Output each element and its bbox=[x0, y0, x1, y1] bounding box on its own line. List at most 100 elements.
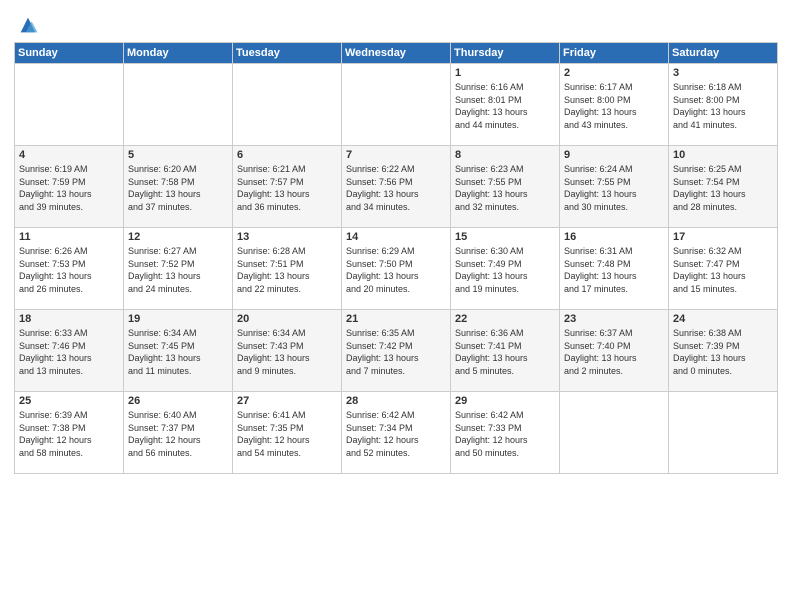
calendar-cell: 15 Sunrise: 6:30 AM Sunset: 7:49 PM Dayli… bbox=[451, 228, 560, 310]
day-info: Sunrise: 6:34 AM Sunset: 7:45 PM Dayligh… bbox=[128, 327, 228, 377]
day-number: 27 bbox=[237, 395, 337, 407]
day-number: 9 bbox=[564, 149, 664, 161]
day-info: Sunrise: 6:41 AM Sunset: 7:35 PM Dayligh… bbox=[237, 409, 337, 459]
day-info: Sunrise: 6:20 AM Sunset: 7:58 PM Dayligh… bbox=[128, 163, 228, 213]
day-info: Sunrise: 6:23 AM Sunset: 7:55 PM Dayligh… bbox=[455, 163, 555, 213]
day-info: Sunrise: 6:22 AM Sunset: 7:56 PM Dayligh… bbox=[346, 163, 446, 213]
calendar-cell bbox=[342, 64, 451, 146]
calendar-week-3: 18Sunrise: 6:33 AM Sunset: 7:46 PM Dayli… bbox=[15, 310, 778, 392]
day-number: 4 bbox=[19, 149, 119, 161]
calendar-cell: 27 Sunrise: 6:41 AM Sunset: 7:35 PM Dayli… bbox=[233, 392, 342, 474]
calendar-cell: 7 Sunrise: 6:22 AM Sunset: 7:56 PM Daylig… bbox=[342, 146, 451, 228]
calendar-cell bbox=[233, 64, 342, 146]
calendar-cell: 19 Sunrise: 6:34 AM Sunset: 7:45 PM Dayli… bbox=[124, 310, 233, 392]
day-number: 15 bbox=[455, 231, 555, 243]
day-number: 12 bbox=[128, 231, 228, 243]
day-number: 17 bbox=[673, 231, 773, 243]
day-number: 6 bbox=[237, 149, 337, 161]
day-number: 10 bbox=[673, 149, 773, 161]
day-number: 19 bbox=[128, 313, 228, 325]
day-number: 26 bbox=[128, 395, 228, 407]
day-info: Sunrise: 6:29 AM Sunset: 7:50 PM Dayligh… bbox=[346, 245, 446, 295]
day-number: 11 bbox=[19, 231, 119, 243]
calendar-cell: 21 Sunrise: 6:35 AM Sunset: 7:42 PM Dayli… bbox=[342, 310, 451, 392]
day-number: 5 bbox=[128, 149, 228, 161]
day-number: 16 bbox=[564, 231, 664, 243]
day-info: Sunrise: 6:19 AM Sunset: 7:59 PM Dayligh… bbox=[19, 163, 119, 213]
calendar-cell: 22 Sunrise: 6:36 AM Sunset: 7:41 PM Dayli… bbox=[451, 310, 560, 392]
calendar-cell: 3 Sunrise: 6:18 AM Sunset: 8:00 PM Daylig… bbox=[669, 64, 778, 146]
weekday-header-monday: Monday bbox=[124, 43, 233, 64]
day-number: 8 bbox=[455, 149, 555, 161]
day-info: Sunrise: 6:35 AM Sunset: 7:42 PM Dayligh… bbox=[346, 327, 446, 377]
day-number: 23 bbox=[564, 313, 664, 325]
calendar-cell: 16 Sunrise: 6:31 AM Sunset: 7:48 PM Dayli… bbox=[560, 228, 669, 310]
calendar-cell bbox=[669, 392, 778, 474]
calendar-cell: 5 Sunrise: 6:20 AM Sunset: 7:58 PM Daylig… bbox=[124, 146, 233, 228]
calendar-cell: 18Sunrise: 6:33 AM Sunset: 7:46 PM Dayli… bbox=[15, 310, 124, 392]
calendar-week-2: 11Sunrise: 6:26 AM Sunset: 7:53 PM Dayli… bbox=[15, 228, 778, 310]
calendar-week-0: 1 Sunrise: 6:16 AM Sunset: 8:01 PM Daylig… bbox=[15, 64, 778, 146]
calendar-cell: 13 Sunrise: 6:28 AM Sunset: 7:51 PM Dayli… bbox=[233, 228, 342, 310]
weekday-header-tuesday: Tuesday bbox=[233, 43, 342, 64]
weekday-header-sunday: Sunday bbox=[15, 43, 124, 64]
day-info: Sunrise: 6:34 AM Sunset: 7:43 PM Dayligh… bbox=[237, 327, 337, 377]
day-info: Sunrise: 6:31 AM Sunset: 7:48 PM Dayligh… bbox=[564, 245, 664, 295]
calendar-cell bbox=[124, 64, 233, 146]
calendar-cell: 1 Sunrise: 6:16 AM Sunset: 8:01 PM Daylig… bbox=[451, 64, 560, 146]
calendar-cell: 29 Sunrise: 6:42 AM Sunset: 7:33 PM Dayli… bbox=[451, 392, 560, 474]
day-number: 7 bbox=[346, 149, 446, 161]
day-info: Sunrise: 6:17 AM Sunset: 8:00 PM Dayligh… bbox=[564, 81, 664, 131]
logo bbox=[14, 14, 39, 36]
day-number: 2 bbox=[564, 67, 664, 79]
day-number: 13 bbox=[237, 231, 337, 243]
day-info: Sunrise: 6:36 AM Sunset: 7:41 PM Dayligh… bbox=[455, 327, 555, 377]
day-info: Sunrise: 6:27 AM Sunset: 7:52 PM Dayligh… bbox=[128, 245, 228, 295]
day-number: 21 bbox=[346, 313, 446, 325]
calendar-cell: 4 Sunrise: 6:19 AM Sunset: 7:59 PM Daylig… bbox=[15, 146, 124, 228]
day-number: 14 bbox=[346, 231, 446, 243]
day-info: Sunrise: 6:25 AM Sunset: 7:54 PM Dayligh… bbox=[673, 163, 773, 213]
weekday-header-wednesday: Wednesday bbox=[342, 43, 451, 64]
day-info: Sunrise: 6:40 AM Sunset: 7:37 PM Dayligh… bbox=[128, 409, 228, 459]
calendar-cell: 6Sunrise: 6:21 AM Sunset: 7:57 PM Daylig… bbox=[233, 146, 342, 228]
calendar-cell: 28 Sunrise: 6:42 AM Sunset: 7:34 PM Dayli… bbox=[342, 392, 451, 474]
day-info: Sunrise: 6:33 AM Sunset: 7:46 PM Dayligh… bbox=[19, 327, 119, 377]
day-info: Sunrise: 6:18 AM Sunset: 8:00 PM Dayligh… bbox=[673, 81, 773, 131]
calendar-cell: 25Sunrise: 6:39 AM Sunset: 7:38 PM Dayli… bbox=[15, 392, 124, 474]
calendar-cell: 24 Sunrise: 6:38 AM Sunset: 7:39 PM Dayli… bbox=[669, 310, 778, 392]
day-info: Sunrise: 6:42 AM Sunset: 7:33 PM Dayligh… bbox=[455, 409, 555, 459]
calendar-cell: 23Sunrise: 6:37 AM Sunset: 7:40 PM Dayli… bbox=[560, 310, 669, 392]
calendar-week-1: 4 Sunrise: 6:19 AM Sunset: 7:59 PM Daylig… bbox=[15, 146, 778, 228]
day-number: 1 bbox=[455, 67, 555, 79]
weekday-header-friday: Friday bbox=[560, 43, 669, 64]
calendar-cell: 8 Sunrise: 6:23 AM Sunset: 7:55 PM Daylig… bbox=[451, 146, 560, 228]
day-info: Sunrise: 6:30 AM Sunset: 7:49 PM Dayligh… bbox=[455, 245, 555, 295]
day-number: 24 bbox=[673, 313, 773, 325]
calendar: SundayMondayTuesdayWednesdayThursdayFrid… bbox=[14, 42, 778, 474]
calendar-cell: 17 Sunrise: 6:32 AM Sunset: 7:47 PM Dayli… bbox=[669, 228, 778, 310]
day-number: 29 bbox=[455, 395, 555, 407]
day-info: Sunrise: 6:32 AM Sunset: 7:47 PM Dayligh… bbox=[673, 245, 773, 295]
day-info: Sunrise: 6:16 AM Sunset: 8:01 PM Dayligh… bbox=[455, 81, 555, 131]
calendar-cell: 9 Sunrise: 6:24 AM Sunset: 7:55 PM Daylig… bbox=[560, 146, 669, 228]
day-number: 22 bbox=[455, 313, 555, 325]
weekday-header-row: SundayMondayTuesdayWednesdayThursdayFrid… bbox=[15, 43, 778, 64]
day-info: Sunrise: 6:38 AM Sunset: 7:39 PM Dayligh… bbox=[673, 327, 773, 377]
day-number: 25 bbox=[19, 395, 119, 407]
calendar-week-4: 25Sunrise: 6:39 AM Sunset: 7:38 PM Dayli… bbox=[15, 392, 778, 474]
calendar-cell: 10 Sunrise: 6:25 AM Sunset: 7:54 PM Dayli… bbox=[669, 146, 778, 228]
calendar-cell bbox=[15, 64, 124, 146]
header bbox=[14, 10, 778, 36]
weekday-header-thursday: Thursday bbox=[451, 43, 560, 64]
day-info: Sunrise: 6:28 AM Sunset: 7:51 PM Dayligh… bbox=[237, 245, 337, 295]
day-info: Sunrise: 6:42 AM Sunset: 7:34 PM Dayligh… bbox=[346, 409, 446, 459]
day-number: 3 bbox=[673, 67, 773, 79]
calendar-cell: 26 Sunrise: 6:40 AM Sunset: 7:37 PM Dayli… bbox=[124, 392, 233, 474]
calendar-cell: 11Sunrise: 6:26 AM Sunset: 7:53 PM Dayli… bbox=[15, 228, 124, 310]
calendar-cell: 2 Sunrise: 6:17 AM Sunset: 8:00 PM Daylig… bbox=[560, 64, 669, 146]
calendar-cell: 20Sunrise: 6:34 AM Sunset: 7:43 PM Dayli… bbox=[233, 310, 342, 392]
day-number: 28 bbox=[346, 395, 446, 407]
day-info: Sunrise: 6:24 AM Sunset: 7:55 PM Dayligh… bbox=[564, 163, 664, 213]
calendar-cell: 12 Sunrise: 6:27 AM Sunset: 7:52 PM Dayli… bbox=[124, 228, 233, 310]
